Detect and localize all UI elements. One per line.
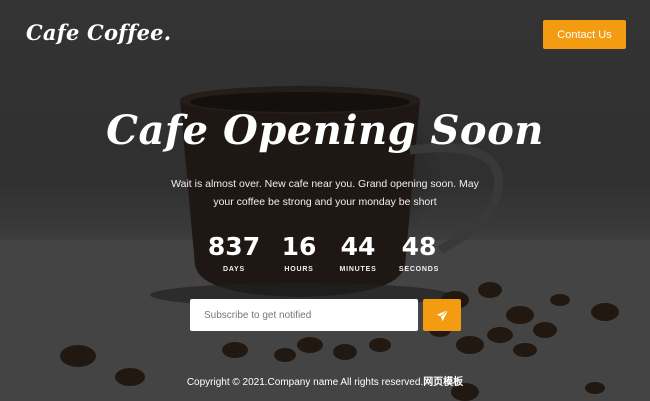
footer: Copyright © 2021.Company name All rights… bbox=[0, 373, 650, 388]
countdown-seconds-label: SECONDS bbox=[398, 266, 440, 273]
countdown-seconds-value: 48 bbox=[401, 232, 437, 261]
countdown-hours: 16 HOURS bbox=[280, 232, 318, 273]
coming-soon-page: Cafe Coffee. Contact Us Cafe Opening Soo… bbox=[0, 0, 650, 401]
subscribe-send-button[interactable] bbox=[423, 299, 461, 331]
countdown-minutes-label: MINUTES bbox=[339, 266, 377, 273]
countdown-days-value: 837 bbox=[207, 232, 261, 261]
paper-plane-icon bbox=[436, 308, 449, 321]
contact-us-button[interactable]: Contact Us bbox=[543, 20, 626, 49]
footer-brand-link[interactable]: 网页模板 bbox=[423, 377, 463, 388]
countdown-seconds: 48 SECONDS bbox=[394, 232, 444, 273]
countdown-hours-value: 16 bbox=[281, 232, 317, 261]
site-logo[interactable]: Cafe Coffee. bbox=[26, 20, 171, 45]
countdown-days: 837 DAYS bbox=[206, 232, 262, 273]
copyright-text: Copyright © 2021.Company name All rights… bbox=[186, 377, 424, 388]
countdown-hours-label: HOURS bbox=[284, 266, 314, 273]
countdown-timer: 837 DAYS 16 HOURS 44 MINUTES 48 SECONDS bbox=[200, 232, 450, 282]
countdown-days-label: DAYS bbox=[222, 266, 245, 273]
countdown-minutes: 44 MINUTES bbox=[334, 232, 382, 273]
subscribe-email-input[interactable] bbox=[190, 299, 418, 331]
countdown-minutes-value: 44 bbox=[340, 232, 376, 261]
page-title: Cafe Opening Soon bbox=[106, 107, 544, 154]
tagline-text: Wait is almost over. New cafe near you. … bbox=[171, 178, 479, 208]
